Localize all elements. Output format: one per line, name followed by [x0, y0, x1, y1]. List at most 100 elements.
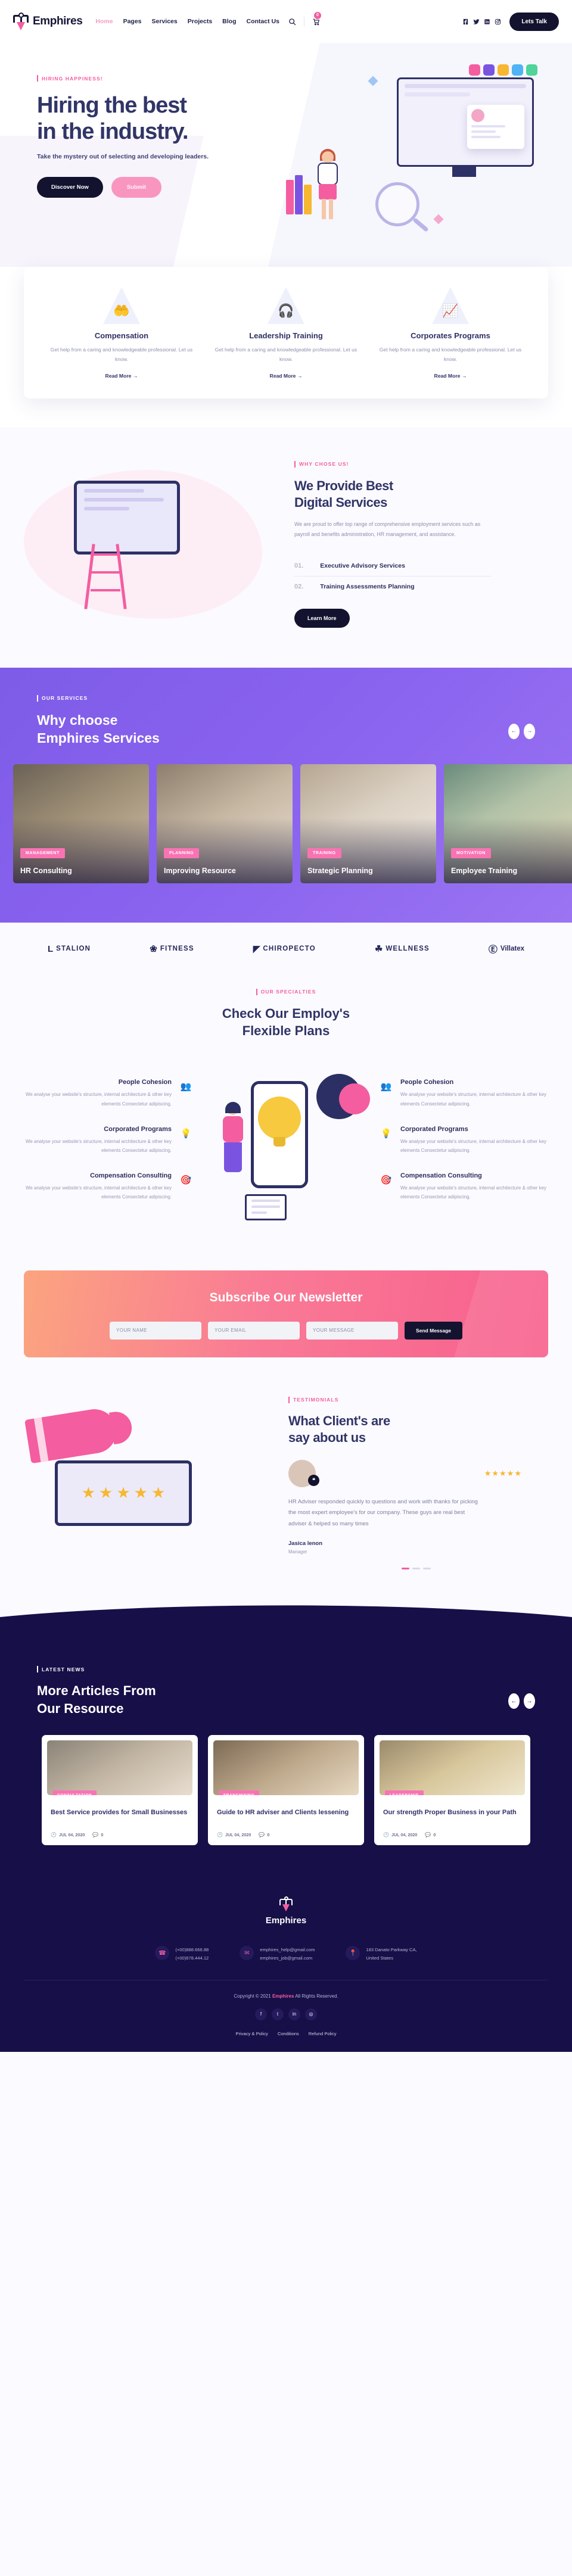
- plan-feature-text: We analyse your website's structure, int…: [25, 1138, 172, 1154]
- newsletter-section: Subscribe Our Newsletter Send Message: [0, 1270, 572, 1390]
- facebook-icon[interactable]: [462, 18, 469, 25]
- carousel-next-arrow-right-icon[interactable]: →: [524, 723, 535, 739]
- cart-button[interactable]: 0: [312, 11, 321, 26]
- comment-icon: 💬: [259, 1832, 265, 1838]
- footer-brand[interactable]: Emphires: [0, 1896, 572, 1926]
- read-more-link[interactable]: Read More →: [270, 373, 303, 379]
- digital-item-name: Executive Advisory Services: [320, 562, 405, 569]
- testimonial-header-row: ❝ ★★★★★: [288, 1459, 548, 1487]
- blog-tag: LEADERSHIP: [385, 1790, 424, 1796]
- plans-title-line2: Flexible Plans: [242, 1023, 330, 1038]
- nav-item-services[interactable]: Services: [152, 18, 178, 25]
- testimonials-title-line1: What Client's are: [288, 1413, 390, 1428]
- why-choose-section: OUR SERVICES Why choose Emphires Service…: [0, 667, 572, 923]
- team-idea-icon: 💡: [180, 1128, 192, 1139]
- tile-tag: MANAGEMENT: [20, 848, 65, 858]
- message-input[interactable]: [306, 1321, 398, 1340]
- footer-email-2: emphires_job@gmail.com: [260, 1955, 313, 1961]
- nav-right-group: Lets Talk: [462, 12, 559, 31]
- testimonials-copy: TESTIMONIALS What Client's are say about…: [280, 1396, 548, 1570]
- service-tile[interactable]: MOTIVATION Employee Training: [444, 764, 572, 883]
- service-card-corporates-programs[interactable]: 📈 Corporates Programs Get help from a ca…: [368, 287, 533, 381]
- nav-item-contact-us[interactable]: Contact Us: [247, 18, 279, 25]
- tile-tag: MOTIVATION: [451, 848, 491, 858]
- wellness-mark-icon: ☘: [374, 944, 383, 955]
- service-card-text: Get help from a caring and knowledgeable…: [379, 347, 522, 362]
- digital-item-name: Training Assessments Planning: [320, 583, 415, 590]
- email-input[interactable]: [207, 1321, 300, 1340]
- twitter-icon[interactable]: [473, 18, 480, 25]
- instagram-icon[interactable]: [495, 18, 501, 25]
- name-input[interactable]: [109, 1321, 201, 1340]
- brand-logo-chiropecto: ◤ CHIROPECTO: [253, 943, 316, 954]
- testimonial-author: Jasica lenon: [288, 1540, 323, 1547]
- nav-item-pages[interactable]: Pages: [123, 18, 142, 25]
- plan-feature: 👥 People Cohesion We analyse your websit…: [24, 1079, 194, 1108]
- lets-talk-button[interactable]: Lets Talk: [509, 12, 559, 31]
- footer-link-privacy-policy[interactable]: Privacy & Policy: [235, 2031, 268, 2036]
- newsletter-panel: Subscribe Our Newsletter Send Message: [24, 1270, 548, 1357]
- brand-name: Emphires: [33, 15, 83, 27]
- service-card-compensation[interactable]: 🤲 Compensation Get help from a caring an…: [39, 287, 204, 381]
- facebook-icon[interactable]: f: [255, 2008, 267, 2020]
- blog-prev-arrow-left-icon[interactable]: ←: [508, 1693, 520, 1709]
- plan-feature-title: Corporated Programs: [400, 1125, 468, 1133]
- digital-title: We Provide Best Digital Services: [294, 478, 548, 512]
- footer-email-block: ✉ emphires_help@gmail.com emphires_job@g…: [240, 1946, 315, 1962]
- service-tile[interactable]: MANAGEMENT HR Consulting: [13, 764, 149, 883]
- instagram-icon[interactable]: ◎: [305, 2008, 317, 2020]
- testimonials-title-line2: say about us: [288, 1430, 366, 1446]
- footer-phone-block: ☎ (+00)888.666.88 (+00)678.444.12: [155, 1946, 209, 1962]
- discover-now-button[interactable]: Discover Now: [37, 177, 103, 198]
- learn-more-button[interactable]: Learn More: [294, 608, 350, 628]
- read-more-link[interactable]: Read More →: [434, 373, 467, 379]
- blog-card[interactable]: CONSULTATION Best Service provides for S…: [42, 1735, 198, 1846]
- footer-link-refund-policy[interactable]: Refund Policy: [309, 2031, 337, 2036]
- digital-list-item[interactable]: 01. Executive Advisory Services: [294, 556, 491, 577]
- hero-inner: HIRING HAPPINESS! Hiring the best in the…: [24, 64, 548, 229]
- cart-count-badge: 0: [313, 11, 321, 19]
- blog-thumbnail: FRANCHISING: [213, 1740, 359, 1796]
- blog-card[interactable]: FRANCHISING Guide to HR adviser and Clie…: [208, 1735, 364, 1846]
- nav-item-home[interactable]: Home: [95, 18, 113, 25]
- hero-title: Hiring the best in the industry.: [37, 92, 280, 145]
- nav-item-blog[interactable]: Blog: [222, 18, 236, 25]
- blog-next-arrow-right-icon[interactable]: →: [524, 1693, 535, 1709]
- nav-item-projects[interactable]: Projects: [188, 18, 212, 25]
- service-card-title: Compensation: [94, 331, 149, 340]
- avatar: ❝: [288, 1459, 319, 1487]
- blog-card-meta: 🕐 JUL 04, 2020 💬 0: [51, 1826, 189, 1845]
- hero-title-line1: Hiring the best: [37, 93, 187, 118]
- blog-card-meta: 🕐 JUL 04, 2020 💬 0: [383, 1826, 521, 1845]
- service-card-leadership-training[interactable]: 🎧 Leadership Training Get help from a ca…: [204, 287, 368, 381]
- linkedin-icon[interactable]: in: [288, 2008, 300, 2020]
- digital-list-item[interactable]: 02. Training Assessments Planning: [294, 577, 491, 597]
- search-icon[interactable]: [288, 17, 297, 26]
- testimonial-pagination-dots[interactable]: [288, 1568, 548, 1570]
- digital-services-section: WHY CHOSE US! We Provide Best Digital Se…: [0, 426, 572, 668]
- plan-feature-text: We analyse your website's structure, int…: [400, 1185, 547, 1200]
- linkedin-icon[interactable]: [484, 18, 490, 25]
- site-footer: Emphires ☎ (+00)888.666.88 (+00)678.444.…: [0, 1873, 572, 2052]
- plan-feature: 💡 Corporated Programs We analyse your we…: [24, 1126, 194, 1155]
- hero-eyebrow: HIRING HAPPINESS!: [37, 75, 103, 82]
- why-carousel-controls: ← →: [508, 723, 535, 739]
- plans-eyebrow: OUR SPECIALTIES: [256, 989, 316, 995]
- read-more-link[interactable]: Read More →: [105, 373, 138, 379]
- blog-date: 🕐 JUL 04, 2020: [51, 1832, 85, 1838]
- blog-card[interactable]: LEADERSHIP Our strength Proper Business …: [374, 1735, 530, 1846]
- blog-title-line1: More Articles From: [37, 1683, 156, 1699]
- service-tile[interactable]: TRAINING Strategic Planning: [300, 764, 436, 883]
- plans-title: Check Our Employ's Flexible Plans: [24, 1005, 548, 1039]
- service-tile[interactable]: PLANNING Improving Resource: [157, 764, 293, 883]
- carousel-prev-arrow-left-icon[interactable]: ←: [508, 723, 520, 739]
- flexible-plans-section: OUR SPECIALTIES Check Our Employ's Flexi…: [0, 975, 572, 1270]
- twitter-icon[interactable]: t: [272, 2008, 284, 2020]
- brand-logo[interactable]: Emphires: [13, 13, 83, 30]
- footer-link-conditions[interactable]: Conditions: [278, 2031, 299, 2036]
- plans-header: OUR SPECIALTIES Check Our Employ's Flexi…: [24, 988, 548, 1039]
- submit-button[interactable]: Submit: [111, 177, 162, 198]
- digital-lead-text: We are proud to offer top range of compr…: [294, 521, 481, 538]
- send-message-button[interactable]: Send Message: [404, 1321, 463, 1340]
- brand-logo-text: WELLNESS: [386, 945, 430, 953]
